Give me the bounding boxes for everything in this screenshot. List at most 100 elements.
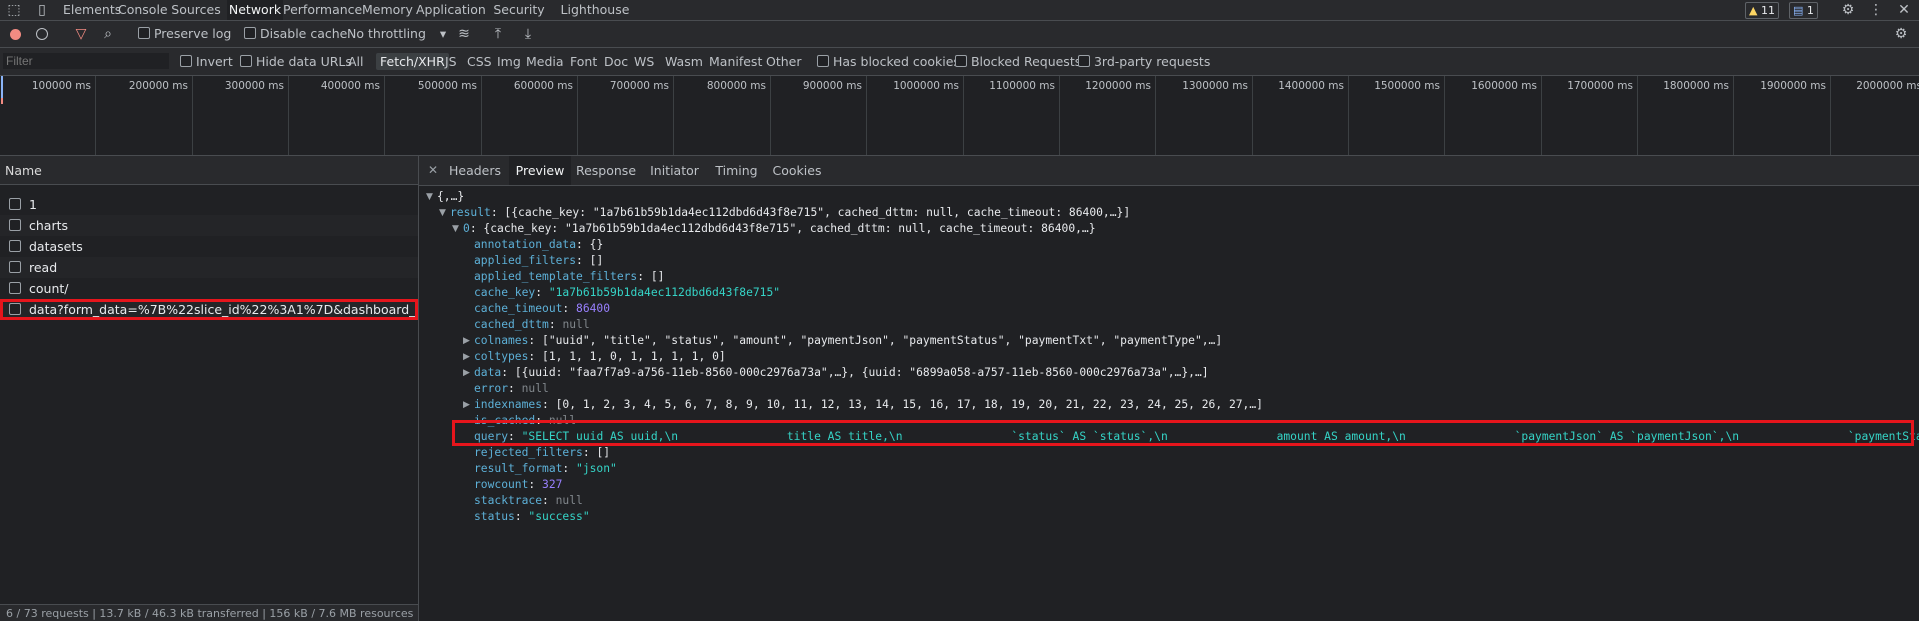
json-punctuation: : [576,254,590,267]
tab-performance[interactable]: Performance [283,0,362,20]
checkbox[interactable] [9,303,21,315]
filter-type-doc[interactable]: Doc [604,48,628,75]
request-row[interactable]: count/ [0,278,418,299]
collapsed-triangle-icon[interactable]: ▶ [463,368,470,378]
request-row[interactable]: 1 [0,194,418,215]
clear-icon[interactable] [36,28,48,40]
collapsed-triangle-icon[interactable]: ▶ [463,352,470,362]
filter-type-img[interactable]: Img [497,48,521,75]
warnings-badge[interactable]: ▲ 11 [1745,2,1779,19]
collapsed-triangle-icon[interactable]: ▶ [463,400,470,410]
search-icon[interactable]: ⌕ [100,26,116,42]
messages-badge[interactable]: ▤ 1 [1789,2,1818,19]
checkbox[interactable] [244,27,256,39]
timeline-gridline [1155,76,1156,155]
checkbox[interactable] [240,55,252,67]
json-line: rejected_filters: [] [474,445,610,461]
json-punctuation: : [501,366,515,379]
json-key: applied_template_filters [474,270,638,283]
tab-lighthouse[interactable]: Lighthouse [557,0,633,20]
filter-input[interactable] [3,53,169,69]
filter-type-fetch-xhr[interactable]: Fetch/XHR [376,53,449,70]
close-icon[interactable]: ✕ [428,156,438,185]
more-options-icon[interactable]: ⋮ [1868,2,1884,18]
checkbox[interactable] [817,55,829,67]
hide-data-urls-checkbox[interactable]: Hide data URLs [240,48,352,75]
record-icon[interactable] [10,29,21,40]
timeline-gridline [770,76,771,155]
tab-response[interactable]: Response [573,156,639,185]
request-name: datasets [29,239,83,254]
tab-headers[interactable]: Headers [444,156,506,185]
checkbox[interactable] [9,198,21,210]
name-column-header[interactable]: Name [0,156,418,185]
preserve-log-checkbox[interactable]: Preserve log [138,21,231,47]
filter-type-manifest[interactable]: Manifest [709,48,762,75]
request-name: 1 [29,197,37,212]
collapsed-triangle-icon[interactable]: ▶ [463,336,470,346]
import-har-icon[interactable]: ⤒ [490,26,506,42]
tab-elements[interactable]: Elements [63,0,121,20]
export-har-icon[interactable]: ⤓ [520,26,536,42]
close-icon[interactable]: ✕ [1896,2,1912,18]
json-line[interactable]: {,…} [437,189,464,205]
tab-cookies[interactable]: Cookies [768,156,826,185]
timeline-overview[interactable]: 100000 ms 200000 ms 300000 ms 400000 ms 5000… [0,76,1919,156]
json-line[interactable]: colnames: ["uuid", "title", "status", "a… [474,333,1222,349]
filter-icon[interactable]: ▽ [73,26,89,42]
third-party-checkbox[interactable]: 3rd-party requests [1078,48,1210,75]
json-line[interactable]: coltypes: [1, 1, 1, 0, 1, 1, 1, 1, 0] [474,349,726,365]
checkbox[interactable] [138,27,150,39]
tab-console[interactable]: Console [118,0,168,20]
checkbox[interactable] [955,55,967,67]
throttling-select[interactable]: No throttling ▾ [347,21,446,47]
filter-type-wasm[interactable]: Wasm [665,48,703,75]
json-value: ["uuid", "title", "status", "amount", "p… [542,334,1223,347]
disable-cache-checkbox[interactable]: Disable cache [244,21,347,47]
tab-application[interactable]: Application [416,0,486,20]
checkbox[interactable] [9,240,21,252]
gear-icon[interactable]: ⚙ [1893,26,1909,42]
timeline-gridline [963,76,964,155]
gear-icon[interactable]: ⚙ [1840,2,1856,18]
timeline-gridline [1637,76,1638,155]
device-toolbar-icon[interactable]: ▯ [34,2,50,18]
filter-type-font[interactable]: Font [570,48,597,75]
json-key: cache_timeout [474,302,563,315]
has-blocked-cookies-checkbox[interactable]: Has blocked cookies [817,48,960,75]
request-row[interactable]: read [0,257,418,278]
tab-timing[interactable]: Timing [710,156,763,185]
expanded-triangle-icon[interactable]: ▼ [439,208,446,218]
filter-type-css[interactable]: CSS [467,48,492,75]
tab-security[interactable]: Security [489,0,549,20]
expanded-triangle-icon[interactable]: ▼ [426,192,433,202]
filter-type-all[interactable]: All [348,48,364,75]
checkbox[interactable] [9,282,21,294]
tab-network[interactable]: Network [227,0,283,20]
tab-preview[interactable]: Preview [509,156,571,185]
json-line[interactable]: indexnames: [0, 1, 2, 3, 4, 5, 6, 7, 8, … [474,397,1263,413]
checkbox[interactable] [9,219,21,231]
filter-type-js[interactable]: JS [445,48,457,75]
json-line[interactable]: 0: {cache_key: "1a7b61b59b1da4ec112dbd6d… [463,221,1096,237]
blocked-requests-checkbox[interactable]: Blocked Requests [955,48,1081,75]
filter-type-other[interactable]: Other [766,48,802,75]
request-row[interactable]: data?form_data=%7B%22slice_id%22%3A1%7D&… [0,299,445,320]
filter-type-ws[interactable]: WS [634,48,654,75]
tab-memory[interactable]: Memory [362,0,413,20]
checkbox[interactable] [9,261,21,273]
json-line[interactable]: result: [{cache_key: "1a7b61b59b1da4ec11… [450,205,1130,221]
expanded-triangle-icon[interactable]: ▼ [452,224,459,234]
request-row[interactable]: datasets [0,236,418,257]
filter-type-media[interactable]: Media [526,48,564,75]
invert-checkbox[interactable]: Invert [180,48,233,75]
json-line[interactable]: data: [{uuid: "faa7f7a9-a756-11eb-8560-0… [474,365,1209,381]
checkbox[interactable] [1078,55,1090,67]
inspect-element-icon[interactable]: ⬚ [6,2,22,18]
checkbox[interactable] [180,55,192,67]
tab-initiator[interactable]: Initiator [643,156,706,185]
tab-sources[interactable]: Sources [171,0,221,20]
timeline-tick-label: 400000 ms [320,80,380,92]
request-row[interactable]: charts [0,215,418,236]
network-conditions-icon[interactable]: ≋ [456,26,472,42]
